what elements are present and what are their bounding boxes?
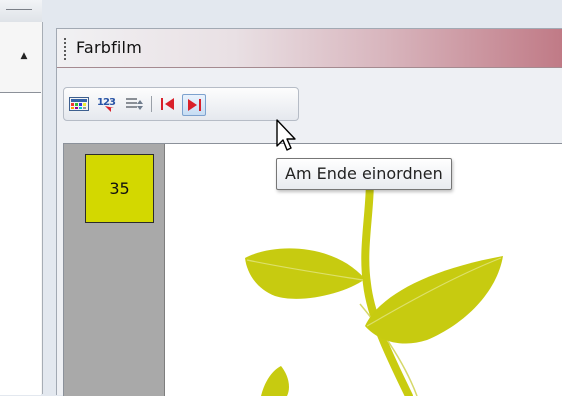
scroll-up-icon[interactable]: ▲ [14,48,34,64]
tooltip: Am Ende einordnen [276,158,452,190]
left-panel: ▲ [0,22,43,395]
palette-icon [69,97,89,111]
move-to-start-icon [161,98,174,110]
left-panel-header [0,0,42,23]
list-sort-icon [126,98,143,110]
left-panel-divider [6,9,32,10]
list-sort-button[interactable] [124,94,146,114]
numbering-button[interactable]: 1 2 3 [96,94,118,114]
drag-grip-icon[interactable] [64,38,66,60]
toolbar: 1 2 3 [63,87,299,121]
mouse-cursor-icon [276,119,296,151]
toolbar-separator [151,96,152,112]
numbering-icon: 1 2 3 [97,97,116,112]
color-swatch[interactable]: 35 [85,154,154,223]
palette-button[interactable] [68,94,90,114]
panel-header: Farbfilm [57,29,562,68]
move-to-start-button[interactable] [157,94,179,114]
move-to-end-button[interactable] [182,94,206,116]
svg-text:3: 3 [109,97,116,108]
move-to-end-icon [188,99,201,111]
panel-title: Farbfilm [76,38,142,57]
left-panel-content [0,92,41,395]
farbfilm-panel: Farbfilm 1 2 3 35 [56,28,562,396]
color-number: 35 [109,179,130,198]
color-strip: 35 [64,144,165,396]
